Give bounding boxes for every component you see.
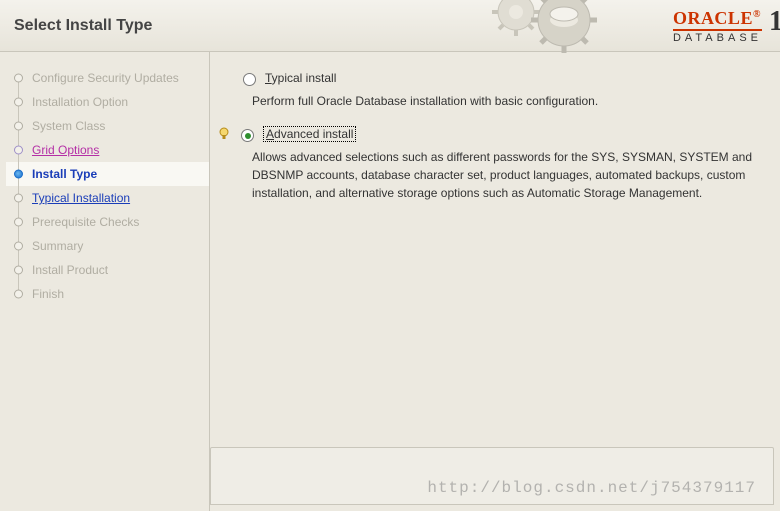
advanced-install-label[interactable]: Advanced install <box>263 126 356 142</box>
nav-step-label: Grid Options <box>32 143 99 157</box>
brand-line1: ORACLE <box>673 8 753 28</box>
content-area: Typical install Perform full Oracle Data… <box>210 52 780 511</box>
nav-step-label: Install Product <box>32 263 108 277</box>
header-bar: Select Install Type <box>0 0 780 52</box>
nav-dot-icon <box>14 218 23 227</box>
nav-step-5[interactable]: Typical Installation <box>6 186 209 210</box>
nav-step-6: Prerequisite Checks <box>6 210 209 234</box>
nav-dot-icon <box>14 146 23 155</box>
option-typical-install: Typical install Perform full Oracle Data… <box>218 70 758 110</box>
nav-step-4: Install Type <box>6 162 209 186</box>
nav-step-8: Install Product <box>6 258 209 282</box>
nav-step-label: Install Type <box>32 167 97 181</box>
nav-step-0: Configure Security Updates <box>6 66 209 90</box>
wizard-sidebar: Configure Security Updates Installation O… <box>0 52 210 511</box>
nav-step-label: Summary <box>32 239 83 253</box>
nav-dot-icon <box>14 290 23 299</box>
nav-step-label: System Class <box>32 119 105 133</box>
nav-dot-icon <box>14 74 23 83</box>
nav-step-3[interactable]: Grid Options <box>6 138 209 162</box>
brand-line2: DATABASE <box>673 29 762 44</box>
nav-dot-icon <box>14 170 23 179</box>
brand-logo: ORACLE® DATABASE 11g <box>673 8 762 44</box>
nav-step-label: Typical Installation <box>32 191 130 205</box>
option-advanced-install: Advanced install Allows advanced selecti… <box>218 126 758 202</box>
typical-install-label[interactable]: Typical install <box>265 71 336 85</box>
nav-dot-icon <box>14 194 23 203</box>
nav-step-9: Finish <box>6 282 209 306</box>
nav-step-label: Prerequisite Checks <box>32 215 139 229</box>
hint-icon <box>218 127 230 141</box>
typical-install-desc: Perform full Oracle Database installatio… <box>218 90 758 110</box>
advanced-install-desc: Allows advanced selections such as diffe… <box>218 146 758 202</box>
advanced-install-radio[interactable] <box>241 129 254 142</box>
bottom-panel <box>210 447 774 505</box>
nav-dot-icon <box>14 242 23 251</box>
nav-step-2: System Class <box>6 114 209 138</box>
brand-version: 11 <box>769 6 780 37</box>
nav-step-7: Summary <box>6 234 209 258</box>
nav-step-1: Installation Option <box>6 90 209 114</box>
typical-install-radio[interactable] <box>243 73 256 86</box>
nav-dot-icon <box>14 266 23 275</box>
nav-step-label: Configure Security Updates <box>32 71 179 85</box>
nav-dot-icon <box>14 98 23 107</box>
page-title: Select Install Type <box>0 17 152 35</box>
gears-icon <box>480 0 620 56</box>
header-art-gears <box>480 0 620 56</box>
nav-dot-icon <box>14 122 23 131</box>
nav-step-label: Finish <box>32 287 64 301</box>
nav-step-label: Installation Option <box>32 95 128 109</box>
